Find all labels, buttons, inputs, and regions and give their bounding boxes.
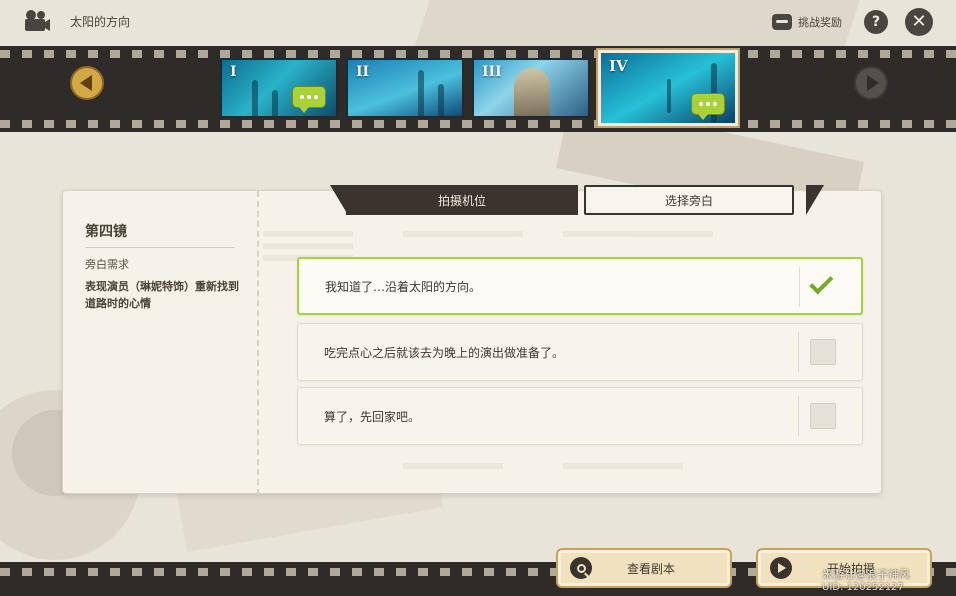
page-title: 太阳的方向 xyxy=(70,15,131,29)
narration-bubble-icon xyxy=(691,93,725,120)
shot-thumbnail-3[interactable]: III xyxy=(472,58,590,118)
option-checkbox[interactable] xyxy=(810,403,836,429)
shot-numeral: III xyxy=(482,64,502,80)
film-sprockets-top xyxy=(0,50,956,58)
next-shot-button[interactable] xyxy=(854,66,888,100)
previous-shot-button[interactable] xyxy=(70,66,104,100)
tab-cap-right xyxy=(806,185,824,215)
option-divider xyxy=(798,332,799,372)
kelp-decoration xyxy=(418,70,424,116)
narration-bubble-icon xyxy=(292,86,326,113)
help-button[interactable]: ? xyxy=(864,10,888,34)
view-script-button[interactable]: 查看剧本 xyxy=(556,548,732,588)
character-portrait xyxy=(514,68,550,116)
search-icon xyxy=(570,557,592,579)
shot-title: 第四镜 xyxy=(85,224,127,240)
shot-thumbnail-1[interactable]: I xyxy=(220,58,338,118)
challenge-reward-label: 挑战奖励 xyxy=(798,16,842,29)
uid-text: UID: 120252127 xyxy=(822,582,904,593)
arrow-right-icon xyxy=(866,75,879,91)
option-checkbox[interactable] xyxy=(810,339,836,365)
shot-numeral: II xyxy=(356,64,370,80)
close-button[interactable]: ✕ xyxy=(905,8,933,36)
narration-option-1[interactable]: 我知道了…沿着太阳的方向。 xyxy=(297,257,863,315)
narration-option-text: 我知道了…沿着太阳的方向。 xyxy=(325,279,482,294)
arrow-left-icon xyxy=(79,75,92,91)
shot-filmstrip: I II III IV xyxy=(0,46,956,132)
requirement-label: 旁白需求 xyxy=(85,258,129,271)
shot-requirement-card: 第四镜 旁白需求 表现演员（琳妮特饰）重新找到道路时的心情 xyxy=(63,191,259,495)
option-checkbox-checked[interactable] xyxy=(809,270,835,299)
shot-numeral: I xyxy=(230,64,237,80)
shot-editor-panel: 第四镜 旁白需求 表现演员（琳妮特饰）重新找到道路时的心情 拍摄机位 选择旁白 … xyxy=(62,185,882,495)
tab-camera-position[interactable]: 拍摄机位 xyxy=(346,185,578,215)
kelp-decoration xyxy=(252,80,258,116)
diver-silhouette xyxy=(667,79,671,113)
shot-thumbnail-2[interactable]: II xyxy=(346,58,464,118)
tab-select-narration[interactable]: 选择旁白 xyxy=(584,185,794,215)
title-divider xyxy=(85,247,235,248)
editor-tabs: 拍摄机位 选择旁白 xyxy=(330,185,824,219)
film-sprockets-bottom xyxy=(0,120,956,128)
narration-option-2[interactable]: 吃完点心之后就该去为晚上的演出做准备了。 xyxy=(297,323,863,381)
checkmark-icon xyxy=(809,270,834,295)
reward-icon xyxy=(772,14,792,30)
narration-option-text: 吃完点心之后就该去为晚上的演出做准备了。 xyxy=(324,345,565,360)
narration-option-text: 算了，先回家吧。 xyxy=(324,409,421,424)
watermark-text: 米游社@浪子神风 xyxy=(822,568,910,581)
top-bar: 太阳的方向 挑战奖励 ? ✕ xyxy=(0,0,956,44)
film-camera-icon xyxy=(25,10,50,31)
shot-thumbnail-4-selected[interactable]: IV xyxy=(596,48,740,128)
play-icon xyxy=(770,557,792,579)
option-divider xyxy=(798,396,799,436)
requirement-text: 表现演员（琳妮特饰）重新找到道路时的心情 xyxy=(85,280,239,310)
shot-numeral: IV xyxy=(609,57,628,75)
option-divider xyxy=(799,267,800,307)
narration-option-3[interactable]: 算了，先回家吧。 xyxy=(297,387,863,445)
challenge-reward-button[interactable]: 挑战奖励 xyxy=(772,10,842,34)
view-script-label: 查看剧本 xyxy=(626,561,675,576)
kelp-decoration xyxy=(438,84,444,116)
kelp-decoration xyxy=(272,90,278,116)
